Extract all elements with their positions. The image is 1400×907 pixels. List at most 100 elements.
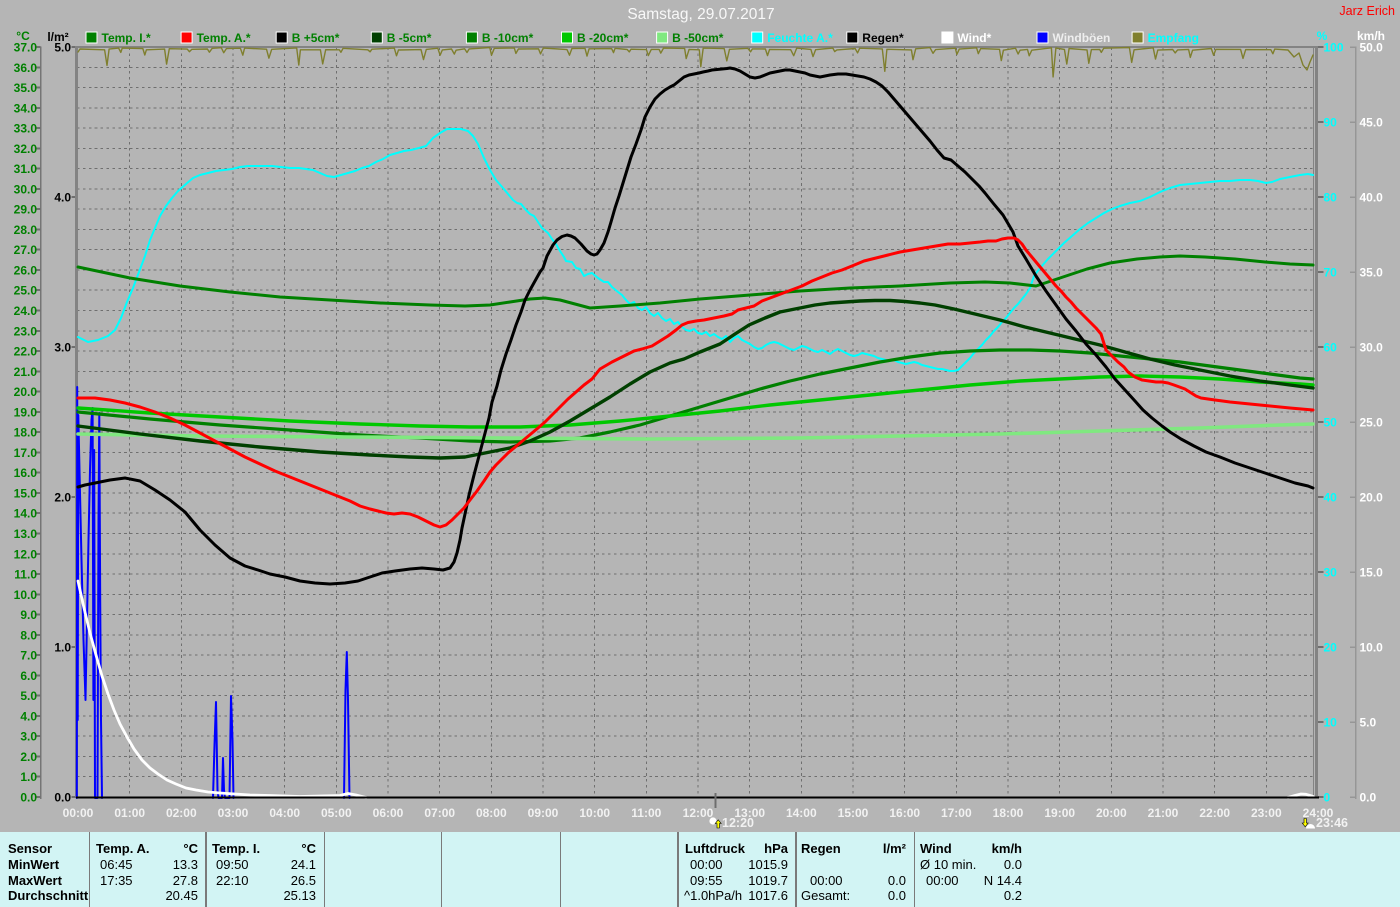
svg-text:27.0: 27.0 (14, 243, 38, 257)
svg-text:Wind*: Wind* (957, 31, 991, 45)
svg-text:8.0: 8.0 (20, 628, 37, 642)
svg-text:Temp. A.*: Temp. A.* (197, 31, 251, 45)
svg-text:5.0: 5.0 (20, 689, 37, 703)
svg-text:90: 90 (1324, 116, 1338, 130)
svg-text:Empfang: Empfang (1148, 31, 1199, 45)
svg-text:15.0: 15.0 (14, 486, 38, 500)
svg-text:25.0: 25.0 (14, 284, 38, 298)
svg-text:35.0: 35.0 (1360, 266, 1384, 280)
svg-text:05:00: 05:00 (321, 806, 352, 820)
svg-text:3.0: 3.0 (20, 730, 37, 744)
svg-text:33.0: 33.0 (14, 122, 38, 136)
svg-text:4.0: 4.0 (54, 191, 71, 205)
svg-text:04:00: 04:00 (269, 806, 300, 820)
svg-text:32.0: 32.0 (14, 142, 38, 156)
svg-text:29.0: 29.0 (14, 203, 38, 217)
svg-text:1.0: 1.0 (20, 770, 37, 784)
svg-text:12:20: 12:20 (722, 816, 754, 830)
svg-text:B -50cm*: B -50cm* (672, 31, 724, 45)
svg-text:30: 30 (1324, 566, 1338, 580)
svg-text:30.0: 30.0 (14, 182, 38, 196)
svg-text:B -10cm*: B -10cm* (482, 31, 534, 45)
svg-text:35.0: 35.0 (14, 81, 38, 95)
svg-text:l/m²: l/m² (47, 30, 68, 44)
svg-text:08:00: 08:00 (476, 806, 507, 820)
svg-text:15:00: 15:00 (838, 806, 869, 820)
svg-text:16:00: 16:00 (889, 806, 920, 820)
svg-text:06:00: 06:00 (373, 806, 404, 820)
svg-text:B -20cm*: B -20cm* (577, 31, 629, 45)
svg-text:2.0: 2.0 (54, 491, 71, 505)
svg-text:9.0: 9.0 (20, 608, 37, 622)
svg-text:B +5cm*: B +5cm* (292, 31, 340, 45)
svg-text:03:00: 03:00 (218, 806, 249, 820)
svg-text:18:00: 18:00 (993, 806, 1024, 820)
svg-text:10.0: 10.0 (1360, 641, 1384, 655)
svg-text:°C: °C (16, 29, 30, 43)
svg-text:02:00: 02:00 (166, 806, 197, 820)
svg-text:19.0: 19.0 (14, 405, 38, 419)
svg-text:36.0: 36.0 (14, 61, 38, 75)
svg-text:22.0: 22.0 (14, 345, 38, 359)
svg-text:10: 10 (1324, 716, 1338, 730)
svg-text:12.0: 12.0 (14, 547, 38, 561)
svg-text:70: 70 (1324, 266, 1338, 280)
svg-text:Jarz Erich: Jarz Erich (1339, 4, 1395, 18)
svg-text:7.0: 7.0 (20, 649, 37, 663)
svg-text:18.0: 18.0 (14, 426, 38, 440)
svg-text:17:00: 17:00 (941, 806, 972, 820)
svg-text:40: 40 (1324, 491, 1338, 505)
svg-text:0.0: 0.0 (54, 791, 71, 805)
svg-text:01:00: 01:00 (114, 806, 145, 820)
svg-text:5.0: 5.0 (1360, 716, 1377, 730)
svg-text:10.0: 10.0 (14, 588, 38, 602)
svg-text:25.0: 25.0 (1360, 416, 1384, 430)
svg-text:13.0: 13.0 (14, 527, 38, 541)
svg-text:22:00: 22:00 (1199, 806, 1230, 820)
svg-text:21.0: 21.0 (14, 365, 38, 379)
svg-text:19:00: 19:00 (1044, 806, 1075, 820)
svg-text:Samstag, 29.07.2017: Samstag, 29.07.2017 (627, 6, 774, 23)
svg-text:30.0: 30.0 (1360, 341, 1384, 355)
svg-text:0.0: 0.0 (20, 791, 37, 805)
svg-text:12:00: 12:00 (683, 806, 714, 820)
svg-text:23:00: 23:00 (1251, 806, 1282, 820)
svg-text:16.0: 16.0 (14, 466, 38, 480)
svg-text:Temp. I.*: Temp. I.* (102, 31, 151, 45)
svg-text:20.0: 20.0 (1360, 491, 1384, 505)
svg-text:11.0: 11.0 (14, 568, 37, 582)
svg-text:45.0: 45.0 (1360, 116, 1384, 130)
svg-text:26.0: 26.0 (14, 264, 38, 278)
svg-text:6.0: 6.0 (20, 669, 37, 683)
svg-text:28.0: 28.0 (14, 223, 38, 237)
svg-text:2.0: 2.0 (20, 750, 37, 764)
svg-text:15.0: 15.0 (1360, 566, 1384, 580)
svg-text:4.0: 4.0 (20, 709, 37, 723)
svg-text:50: 50 (1324, 416, 1338, 430)
svg-text:10:00: 10:00 (579, 806, 610, 820)
svg-text:20.0: 20.0 (14, 385, 38, 399)
svg-text:24.0: 24.0 (14, 304, 38, 318)
svg-text:%: % (1317, 29, 1328, 43)
svg-text:14.0: 14.0 (14, 507, 38, 521)
svg-text:20: 20 (1324, 641, 1338, 655)
svg-text:20:00: 20:00 (1096, 806, 1127, 820)
svg-text:23.0: 23.0 (14, 324, 38, 338)
svg-text:09:00: 09:00 (528, 806, 559, 820)
svg-text:23:46: 23:46 (1316, 816, 1348, 830)
svg-text:00:00: 00:00 (63, 806, 94, 820)
svg-text:Regen*: Regen* (862, 31, 904, 45)
svg-text:0: 0 (1324, 791, 1331, 805)
svg-text:17.0: 17.0 (14, 446, 38, 460)
svg-text:3.0: 3.0 (54, 341, 71, 355)
svg-text:60: 60 (1324, 341, 1338, 355)
svg-text:Windböen: Windböen (1053, 31, 1111, 45)
svg-text:07:00: 07:00 (424, 806, 455, 820)
svg-text:40.0: 40.0 (1360, 191, 1384, 205)
svg-text:1.0: 1.0 (54, 641, 71, 655)
svg-text:31.0: 31.0 (14, 162, 38, 176)
svg-text:0.0: 0.0 (1360, 791, 1377, 805)
svg-text:Feuchte A.*: Feuchte A.* (767, 31, 833, 45)
svg-text:14:00: 14:00 (786, 806, 817, 820)
svg-text:21:00: 21:00 (1148, 806, 1179, 820)
